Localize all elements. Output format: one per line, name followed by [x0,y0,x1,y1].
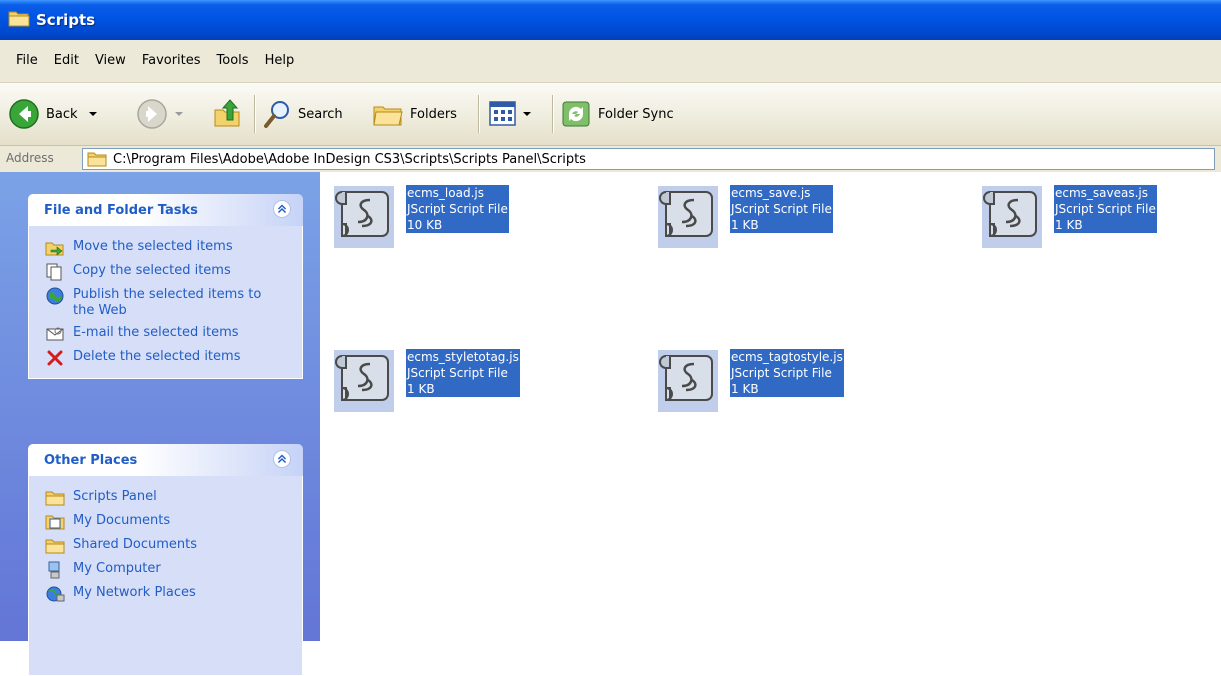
file-label: ecms_save.js JScript Script File 1 KB [730,185,833,233]
file-type: JScript Script File [407,202,508,216]
back-button[interactable]: Back [8,83,102,145]
folder-icon [45,539,65,554]
file-size: 10 KB [407,218,443,232]
up-folder-button[interactable] [212,83,242,145]
chevron-down-icon[interactable] [84,109,102,119]
folder-sync-icon [562,101,590,127]
toolbar-separator [478,95,480,133]
file-folder-tasks-panel: File and Folder Tasks Move the selected … [28,194,303,379]
panel-header[interactable]: Other Places [28,444,303,476]
back-arrow-icon [9,99,39,129]
panel-title: File and Folder Tasks [44,203,198,218]
place-my-documents-link[interactable]: My Documents [29,510,302,534]
file-label: ecms_styletotag.js JScript Script File 1… [406,349,520,397]
place-scripts-panel-link[interactable]: Scripts Panel [29,486,302,510]
collapse-icon[interactable] [273,200,291,218]
place-my-network-places-link[interactable]: My Network Places [29,582,302,606]
network-icon [46,586,65,602]
file-name: ecms_tagtostyle.js [731,350,843,364]
up-folder-icon [214,99,240,127]
search-button[interactable]: Search [262,83,343,145]
script-file-icon [658,350,718,412]
address-input[interactable]: C:\Program Files\Adobe\Adobe InDesign CS… [82,148,1215,170]
copy-icon [46,263,62,281]
collapse-icon[interactable] [273,450,291,468]
toolbar-separator [254,95,256,133]
toolbar: Back Search Folders Folder Sync [0,83,1221,146]
file-name: ecms_save.js [731,186,811,200]
file-label: ecms_load.js JScript Script File 10 KB [406,185,509,233]
address-path: C:\Program Files\Adobe\Adobe InDesign CS… [113,151,586,167]
script-file-icon [334,186,394,248]
file-size: 1 KB [1055,218,1083,232]
folder-icon [87,152,107,167]
chevron-down-icon[interactable] [520,109,534,119]
menu-favorites[interactable]: Favorites [134,40,209,82]
file-view[interactable]: ecms_load.js JScript Script File 10 KB e… [320,172,1221,641]
panel-body: Move the selected items Copy the selecte… [28,226,303,379]
file-name: ecms_saveas.js [1055,186,1149,200]
folder-icon [45,491,65,506]
file-name: ecms_styletotag.js [407,350,519,364]
forward-button[interactable] [136,83,186,145]
window-title: Scripts [36,11,96,29]
file-size: 1 KB [731,382,759,396]
views-icon [489,101,516,126]
file-type: JScript Script File [1055,202,1156,216]
back-label: Back [46,106,78,122]
menu-bar: File Edit View Favorites Tools Help [0,40,1221,83]
file-type: JScript Script File [407,366,508,380]
place-my-computer-link[interactable]: My Computer [29,558,302,582]
folder-sync-button[interactable]: Folder Sync [560,83,674,145]
move-selected-items-link[interactable]: Move the selected items [29,236,302,260]
folders-icon [373,106,403,126]
file-type: JScript Script File [731,366,832,380]
folder-icon [8,11,30,27]
menu-edit[interactable]: Edit [46,40,87,82]
copy-selected-items-link[interactable]: Copy the selected items [29,260,302,284]
search-label: Search [298,106,343,122]
folders-label: Folders [410,106,457,122]
globe-icon [46,287,64,305]
chevron-down-icon[interactable] [172,109,186,119]
file-name: ecms_load.js [407,186,484,200]
toolbar-separator [552,95,554,133]
script-file-icon [982,186,1042,248]
delete-icon [47,350,63,366]
delete-selected-items-link[interactable]: Delete the selected items [29,346,302,370]
script-file-icon [334,350,394,412]
views-button[interactable] [488,83,534,145]
menu-file[interactable]: File [8,40,46,82]
folder-sync-label: Folder Sync [598,106,674,122]
forward-arrow-icon [137,99,167,129]
publish-selected-items-link[interactable]: Publish the selected items to the Web [29,284,302,322]
panel-header[interactable]: File and Folder Tasks [28,194,303,226]
file-size: 1 KB [407,382,435,396]
other-places-panel: Other Places Scripts Panel My Documents [28,444,303,676]
computer-icon [48,561,60,579]
email-icon [46,327,64,341]
menu-tools[interactable]: Tools [209,40,257,82]
script-file-icon [658,186,718,248]
address-bar: Address C:\Program Files\Adobe\Adobe InD… [0,146,1221,173]
file-type: JScript Script File [731,202,832,216]
my-documents-icon [45,515,65,530]
menu-help[interactable]: Help [257,40,303,82]
address-label: Address [6,151,54,165]
file-label: ecms_saveas.js JScript Script File 1 KB [1054,185,1157,233]
title-bar: Scripts [0,0,1221,40]
file-size: 1 KB [731,218,759,232]
panel-title: Other Places [44,453,138,468]
menu-view[interactable]: View [87,40,134,82]
email-selected-items-link[interactable]: E-mail the selected items [29,322,302,346]
file-label: ecms_tagtostyle.js JScript Script File 1… [730,349,844,397]
place-shared-documents-link[interactable]: Shared Documents [29,534,302,558]
search-icon [264,101,289,128]
move-icon [45,242,64,256]
task-pane: File and Folder Tasks Move the selected … [0,172,320,676]
folders-button[interactable]: Folders [372,83,457,145]
panel-body: Scripts Panel My Documents Shared Docume… [28,476,303,676]
